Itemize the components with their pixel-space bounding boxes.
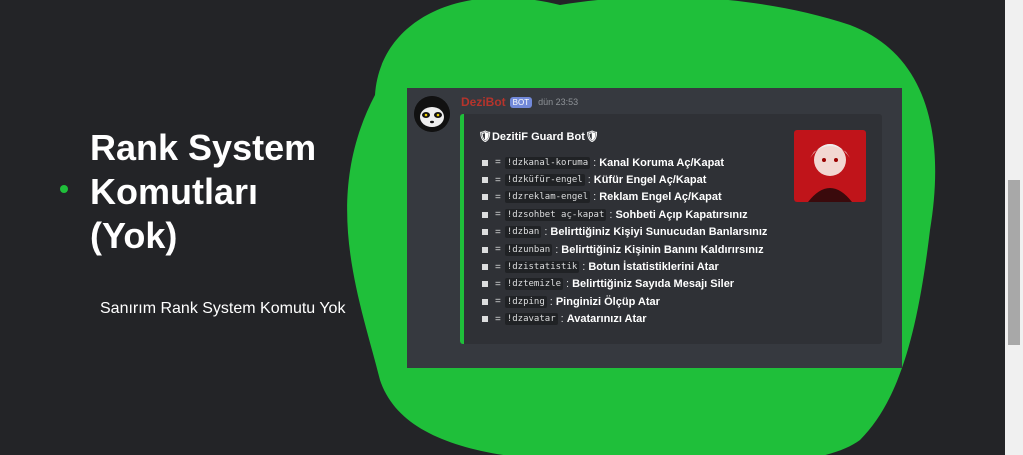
bot-name[interactable]: DeziBot bbox=[461, 95, 506, 109]
equals-sign: = bbox=[495, 261, 501, 273]
command-row: = !dztemizle: Belirttiğiniz Sayıda Mesajı … bbox=[482, 276, 767, 293]
square-bullet-icon bbox=[482, 229, 488, 236]
command-separator: : bbox=[609, 208, 613, 221]
command-row: = !dzavatar: Avatarınızı Atar bbox=[482, 311, 767, 328]
command-description: Sohbeti Açıp Kapatırsınız bbox=[615, 208, 748, 221]
command-description: Reklam Engel Aç/Kapat bbox=[599, 191, 722, 204]
equals-sign: = bbox=[495, 157, 501, 169]
square-bullet-icon bbox=[482, 281, 488, 288]
command-separator: : bbox=[593, 191, 597, 204]
command-code: !dztemizle bbox=[504, 278, 564, 291]
command-separator: : bbox=[544, 226, 548, 239]
command-separator: : bbox=[593, 156, 597, 169]
command-description: Botun İstatistiklerini Atar bbox=[588, 261, 719, 274]
panda-icon bbox=[414, 96, 450, 132]
command-description: Avatarınızı Atar bbox=[566, 313, 647, 326]
command-separator: : bbox=[549, 295, 553, 308]
square-bullet-icon bbox=[482, 194, 488, 201]
command-code: !dzunban bbox=[504, 243, 553, 256]
equals-sign: = bbox=[495, 174, 501, 186]
command-row: = !dzban: Belirttiğiniz Kişiyi Sunucudan B… bbox=[482, 224, 767, 241]
equals-sign: = bbox=[495, 296, 501, 308]
slide-title: Rank System Komutları (Yok) bbox=[90, 127, 317, 256]
command-code: !dzkanal-koruma bbox=[504, 156, 591, 169]
equals-sign: = bbox=[495, 191, 501, 203]
equals-sign: = bbox=[495, 226, 501, 238]
command-code: !dzistatistik bbox=[504, 261, 580, 274]
command-description: Küfür Engel Aç/Kapat bbox=[593, 174, 707, 187]
discord-screenshot: DeziBot BOT dün 23:53 🛡DezitiF Guard Bot… bbox=[407, 88, 902, 368]
command-list: = !dzkanal-koruma: Kanal Koruma Aç/Kapat =!… bbox=[482, 154, 767, 328]
command-row: = !dzküfür-engel: Küfür Engel Aç/Kapat bbox=[482, 171, 767, 188]
bot-badge: BOT bbox=[509, 96, 533, 108]
equals-sign: = bbox=[495, 244, 501, 256]
command-separator: : bbox=[587, 174, 591, 187]
bot-avatar bbox=[414, 96, 450, 132]
command-code: !dzavatar bbox=[504, 313, 558, 326]
command-description: Belirttiğiniz Kişiyi Sunucudan Banlarsın… bbox=[550, 226, 768, 239]
equals-sign: = bbox=[495, 278, 501, 290]
command-code: !dzküfür-engel bbox=[504, 174, 585, 187]
command-code: !dzping bbox=[504, 295, 547, 308]
square-bullet-icon bbox=[482, 159, 488, 166]
command-description: Kanal Koruma Aç/Kapat bbox=[599, 156, 725, 169]
command-row: = !dzping: Pinginizi Ölçüp Atar bbox=[482, 293, 767, 310]
square-bullet-icon bbox=[482, 211, 488, 218]
equals-sign: = bbox=[495, 209, 501, 221]
slide-heading-block: Rank System Komutları (Yok) bbox=[60, 126, 350, 258]
embed-thumbnail[interactable] bbox=[794, 130, 866, 202]
command-separator: : bbox=[560, 313, 564, 326]
command-code: !dzban bbox=[504, 226, 542, 239]
command-code: !dzreklam-engel bbox=[504, 191, 591, 204]
square-bullet-icon bbox=[482, 246, 488, 253]
scrollbar[interactable] bbox=[1005, 0, 1023, 455]
command-row: = !dzreklam-engel: Reklam Engel Aç/Kapat bbox=[482, 189, 767, 206]
command-separator: : bbox=[582, 261, 586, 274]
scrollbar-thumb[interactable] bbox=[1008, 180, 1020, 345]
message-timestamp: dün 23:53 bbox=[538, 97, 579, 107]
command-row: = !dzkanal-koruma: Kanal Koruma Aç/Kapat bbox=[482, 154, 767, 171]
command-separator: : bbox=[555, 243, 559, 256]
square-bullet-icon bbox=[482, 298, 488, 305]
command-description: Belirttiğiniz Kişinin Banını Kaldırırsın… bbox=[561, 243, 764, 256]
embed-title: 🛡DezitiF Guard Bot🛡 bbox=[478, 131, 599, 143]
command-code: !dzsohbet aç-kapat bbox=[504, 208, 607, 221]
command-description: Belirttiğiniz Sayıda Mesajı Siler bbox=[572, 278, 735, 291]
command-row: = !dzsohbet aç-kapat: Sohbeti Açıp Kapatır… bbox=[482, 206, 767, 223]
command-row: = !dzistatistik: Botun İstatistiklerini At… bbox=[482, 258, 767, 275]
square-bullet-icon bbox=[482, 264, 488, 271]
command-description: Pinginizi Ölçüp Atar bbox=[555, 295, 660, 308]
square-bullet-icon bbox=[482, 316, 488, 323]
embed-card: 🛡DezitiF Guard Bot🛡 = !dzkanal-koruma: Kan… bbox=[460, 114, 882, 344]
bullet-icon bbox=[60, 185, 68, 193]
equals-sign: = bbox=[495, 313, 501, 325]
anime-character-image bbox=[794, 130, 866, 202]
command-row: = !dzunban: Belirttiğiniz Kişinin Banını K… bbox=[482, 241, 767, 258]
command-separator: : bbox=[566, 278, 570, 291]
square-bullet-icon bbox=[482, 177, 488, 184]
message-header: DeziBot BOT dün 23:53 bbox=[461, 95, 578, 109]
slide-subtext: Sanırım Rank System Komutu Yok bbox=[100, 300, 346, 317]
